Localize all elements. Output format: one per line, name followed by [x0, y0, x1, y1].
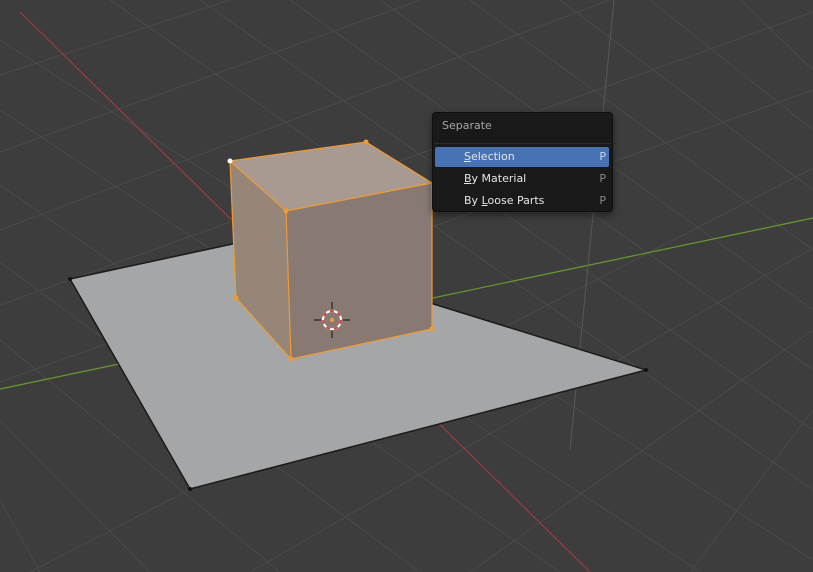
menu-item-label: By Material	[464, 172, 527, 185]
menu-item-shortcut: P	[599, 150, 606, 163]
3d-viewport[interactable]	[0, 0, 813, 572]
menu-item-shortcut: P	[599, 194, 606, 207]
menu-item-selection[interactable]: Selection P	[435, 147, 609, 167]
menu-item-shortcut: P	[599, 172, 606, 185]
menu-item-label: By Loose Parts	[464, 194, 545, 207]
menu-divider	[434, 143, 611, 144]
menu-item-by-loose-parts[interactable]: By Loose Parts P	[435, 191, 609, 211]
active-vertex[interactable]	[227, 158, 233, 164]
plane-vertex	[188, 487, 192, 491]
separate-menu: Separate Selection P By Material P By Loose …	[432, 112, 613, 212]
menu-title: Separate	[442, 119, 492, 132]
cube-face-front	[286, 183, 432, 359]
menu-item-by-material[interactable]: By Material P	[435, 169, 609, 189]
plane-vertex	[68, 277, 72, 281]
menu-item-label: Selection	[464, 150, 515, 163]
plane-vertex	[644, 368, 648, 372]
